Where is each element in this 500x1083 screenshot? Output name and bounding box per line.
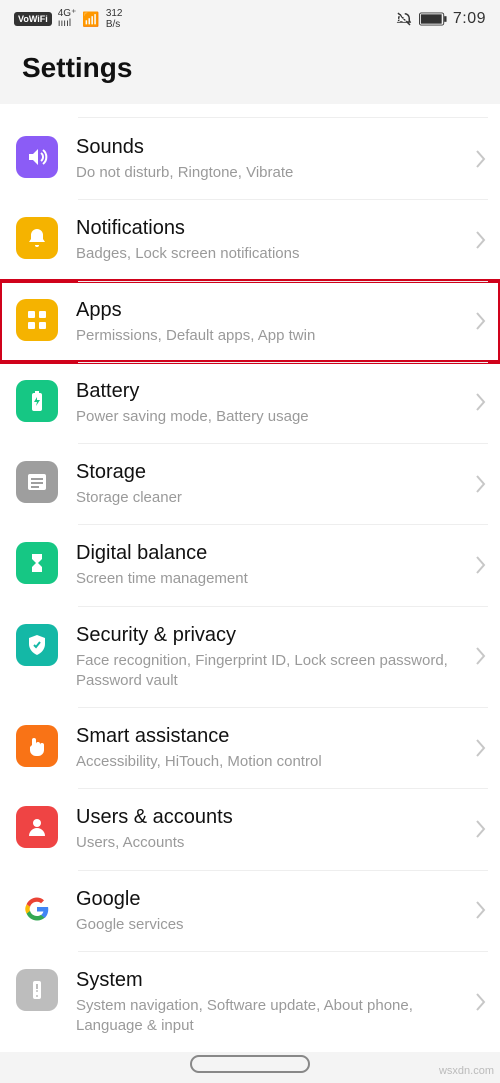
row-sub: System navigation, Software update, Abou… bbox=[76, 996, 454, 1037]
google-icon bbox=[16, 888, 58, 930]
chevron-right-icon bbox=[476, 739, 486, 757]
row-smart-assistance[interactable]: Smart assistance Accessibility, HiTouch, … bbox=[0, 707, 500, 788]
row-label: Apps bbox=[76, 299, 454, 322]
notifications-icon bbox=[16, 217, 58, 259]
chevron-right-icon bbox=[476, 993, 486, 1011]
status-bar: VoWiFi 4G⁺ııııl 312B/s 93 7:09 bbox=[0, 0, 500, 34]
row-sub: Accessibility, HiTouch, Motion control bbox=[76, 752, 454, 772]
row-label: Google bbox=[76, 888, 454, 911]
battery-indicator: 93 bbox=[419, 12, 447, 26]
row-sub: Google services bbox=[76, 915, 454, 935]
row-sounds[interactable]: Sounds Do not disturb, Ringtone, Vibrate bbox=[0, 118, 500, 199]
settings-screen: { "status": { "vowifi": "VoWiFi", "net":… bbox=[0, 0, 500, 1083]
storage-icon bbox=[16, 461, 58, 503]
row-security[interactable]: Security & privacy Face recognition, Fing… bbox=[0, 606, 500, 708]
row-sub: Badges, Lock screen notifications bbox=[76, 244, 454, 264]
chevron-right-icon bbox=[476, 231, 486, 249]
clock: 7:09 bbox=[453, 10, 486, 28]
row-sub: Permissions, Default apps, App twin bbox=[76, 326, 454, 346]
chevron-right-icon bbox=[476, 393, 486, 411]
chevron-right-icon bbox=[476, 647, 486, 665]
chevron-right-icon bbox=[476, 475, 486, 493]
vowifi-badge: VoWiFi bbox=[14, 12, 52, 26]
row-label: Notifications bbox=[76, 217, 454, 240]
watermark: wsxdn.com bbox=[439, 1065, 494, 1077]
settings-list: SoundsDo not disturb, Ringtone, Vibrate … bbox=[0, 104, 500, 1052]
security-icon bbox=[16, 624, 58, 666]
row-sub: Screen time management bbox=[76, 569, 454, 589]
chevron-right-icon bbox=[476, 312, 486, 330]
row-label: Digital balance bbox=[76, 542, 454, 565]
row-system[interactable]: System System navigation, Software update… bbox=[0, 951, 500, 1053]
smart-assistance-icon bbox=[16, 725, 58, 767]
row-sub: Do not disturb, Ringtone, Vibrate bbox=[76, 163, 454, 183]
system-icon bbox=[16, 969, 58, 1011]
row-label: Sounds bbox=[76, 136, 454, 159]
row-sub: Users, Accounts bbox=[76, 833, 454, 853]
sounds-icon bbox=[16, 136, 58, 178]
signal-4g: 4G⁺ııııl bbox=[58, 9, 77, 29]
row-label: Battery bbox=[76, 380, 454, 403]
row-label: Smart assistance bbox=[76, 725, 454, 748]
chevron-right-icon bbox=[476, 556, 486, 574]
clipped-row bbox=[78, 104, 488, 118]
row-google[interactable]: Google Google services bbox=[0, 870, 500, 951]
apps-icon bbox=[16, 299, 58, 341]
row-battery[interactable]: Battery Power saving mode, Battery usage bbox=[0, 362, 500, 443]
net-rate: 312B/s bbox=[106, 8, 123, 30]
row-sub: Storage cleaner bbox=[76, 488, 454, 508]
row-apps[interactable]: Apps Permissions, Default apps, App twin bbox=[0, 281, 500, 362]
row-notifications[interactable]: Notifications Badges, Lock screen notific… bbox=[0, 199, 500, 280]
row-label: Storage bbox=[76, 461, 454, 484]
row-digital-balance[interactable]: Digital balance Screen time management bbox=[0, 524, 500, 605]
chevron-right-icon bbox=[476, 901, 486, 919]
users-icon bbox=[16, 806, 58, 848]
digital-balance-icon bbox=[16, 542, 58, 584]
row-storage[interactable]: Storage Storage cleaner bbox=[0, 443, 500, 524]
home-pill[interactable] bbox=[190, 1055, 310, 1073]
wifi-icon bbox=[82, 11, 99, 28]
chevron-right-icon bbox=[476, 820, 486, 838]
chevron-right-icon bbox=[476, 150, 486, 168]
row-users-accounts[interactable]: Users & accounts Users, Accounts bbox=[0, 788, 500, 869]
nav-bar bbox=[0, 1055, 500, 1073]
row-label: Users & accounts bbox=[76, 806, 454, 829]
row-label: System bbox=[76, 969, 454, 992]
row-label: Security & privacy bbox=[76, 624, 454, 647]
row-sub: Power saving mode, Battery usage bbox=[76, 407, 454, 427]
row-sub: Face recognition, Fingerprint ID, Lock s… bbox=[76, 651, 454, 692]
page-title: Settings bbox=[0, 34, 500, 104]
battery-icon bbox=[16, 380, 58, 422]
